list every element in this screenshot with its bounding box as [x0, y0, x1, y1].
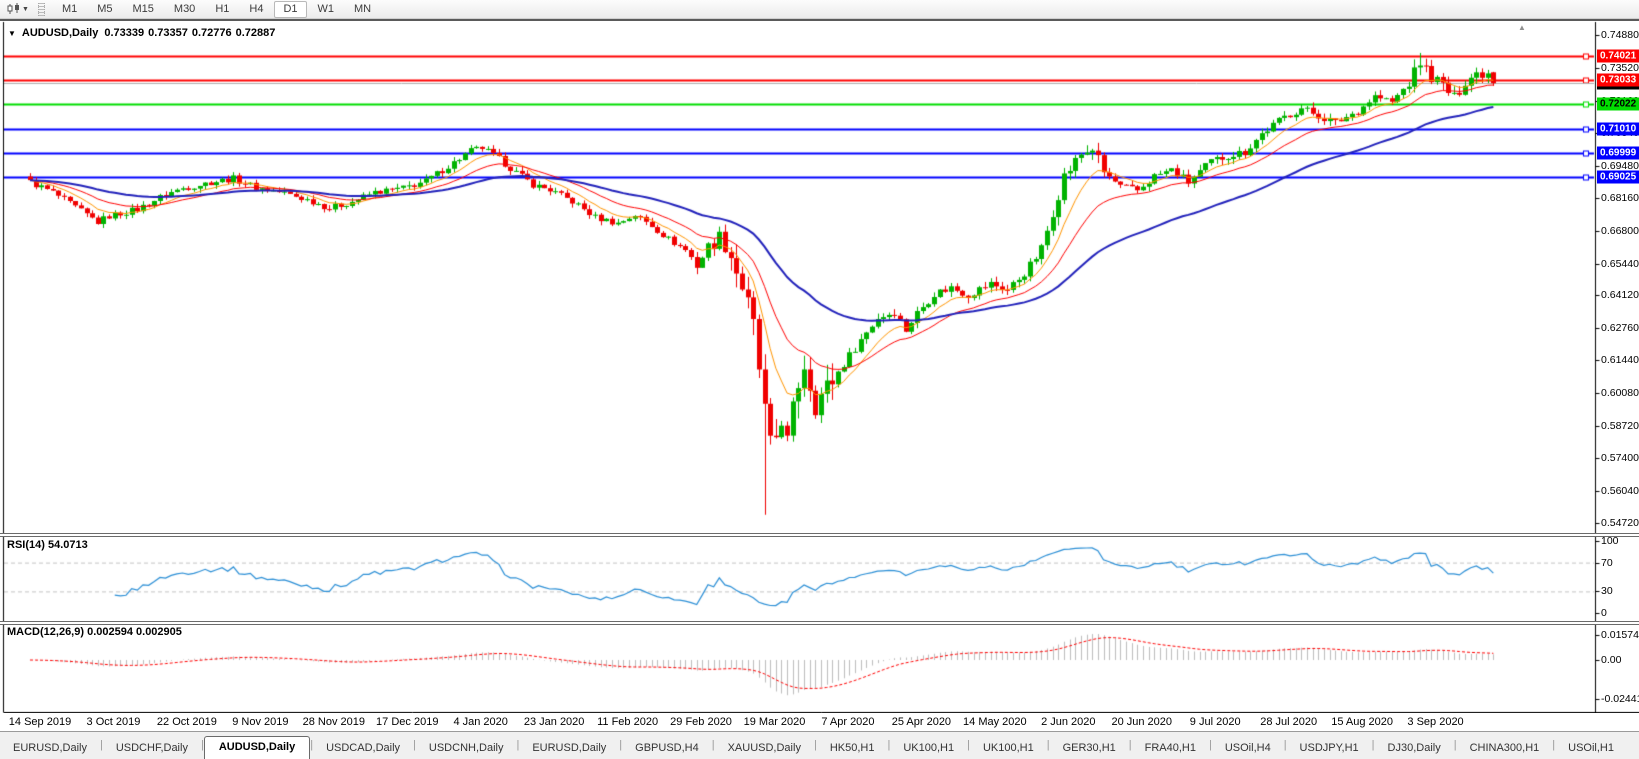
date-label: 15 Aug 2020: [1331, 716, 1393, 728]
date-label: 4 Jan 2020: [453, 716, 508, 728]
tab-UK100-H1[interactable]: UK100,H1: [890, 738, 967, 759]
price-tick-label: 0.61440: [1601, 354, 1639, 367]
macd-tick-label: 0.00: [1601, 654, 1622, 666]
tab-GER30-H1[interactable]: GER30,H1: [1050, 738, 1129, 759]
price-tick-label: 0.68160: [1601, 191, 1639, 204]
chart-canvas[interactable]: [0, 21, 1639, 733]
chart-title: AUDUSD,Daily: [21, 27, 99, 39]
date-label: 29 Feb 2020: [670, 716, 732, 728]
date-label: 20 Jun 2020: [1111, 716, 1173, 728]
tab-UK100-H1[interactable]: UK100,H1: [970, 738, 1047, 759]
rsi-tick-label: 30: [1601, 585, 1613, 598]
hline-price-label[interactable]: 0.69999: [1597, 146, 1639, 160]
tab-CHINA300-H1[interactable]: CHINA300,H1: [1457, 738, 1553, 759]
ohlc-close: 0.72887: [235, 27, 276, 39]
tab-FRA40-H1[interactable]: FRA40,H1: [1132, 738, 1209, 759]
date-label: 22 Oct 2019: [156, 716, 217, 728]
tab-USDCAD-Daily[interactable]: USDCAD,Daily: [313, 738, 413, 759]
price-tick-label: 0.57400: [1601, 452, 1639, 465]
tab-XAUUSD-Daily[interactable]: XAUUSD,Daily: [715, 738, 814, 759]
tab-GBPUSD-H4[interactable]: GBPUSD,H4: [622, 738, 712, 759]
macd-indicator-label: MACD(12,26,9) 0.002594 0.002905: [7, 626, 182, 638]
price-tick-label: 0.74880: [1601, 29, 1639, 41]
date-label: 25 Apr 2020: [891, 716, 952, 728]
candlestick-chart-icon: [7, 3, 19, 14]
hline-price-label[interactable]: 0.69025: [1597, 170, 1639, 184]
hline-price-label[interactable]: 0.73033: [1597, 73, 1639, 87]
time-axis: 14 Sep 2019 3 Oct 2019 22 Oct 2019 9 Nov 20…: [0, 713, 1639, 733]
macd-tick-label: 0.015741: [1601, 629, 1639, 642]
hline-price-label[interactable]: 0.71010: [1597, 122, 1639, 136]
price-tick-label: 0.58720: [1601, 420, 1639, 433]
timeframe-button-H4[interactable]: H4: [240, 1, 272, 18]
tab-USDCHF-Daily[interactable]: USDCHF,Daily: [103, 738, 201, 759]
tab-AUDUSD-Daily[interactable]: AUDUSD,Daily: [203, 736, 311, 759]
chart-type-dropdown-caret-icon[interactable]: ▼: [22, 6, 29, 13]
timeframe-toolbar: ▼ M1 M5 M15 M30 H1 H4 D1 W1 MN: [0, 0, 1639, 19]
macd-tick-label: -0.024412: [1601, 692, 1639, 705]
date-label: 9 Nov 2019: [232, 716, 289, 728]
tab-DJ30-Daily[interactable]: DJ30,Daily: [1375, 738, 1454, 759]
price-tick-label: 0.66800: [1601, 224, 1639, 237]
timeframe-button-D1[interactable]: D1: [274, 0, 307, 18]
price-tick-label: 0.54720: [1601, 516, 1639, 529]
rsi-indicator-label: RSI(14) 54.0713: [7, 539, 88, 551]
date-label: 11 Feb 2020: [597, 716, 659, 728]
chart-collapse-caret-icon[interactable]: ▼: [8, 29, 16, 38]
date-label: 28 Jul 2020: [1260, 716, 1318, 728]
date-label: 2 Jun 2020: [1041, 716, 1096, 728]
date-label: 19 Mar 2020: [743, 716, 806, 728]
date-label: 23 Jan 2020: [523, 716, 585, 728]
timeframe-button-MN[interactable]: MN: [345, 1, 380, 18]
date-label: 14 May 2020: [963, 716, 1027, 728]
ohlc-open: 0.73339: [104, 27, 145, 39]
price-tick-label: 0.73520: [1601, 61, 1639, 74]
pane-divider-macd[interactable]: [0, 621, 1639, 625]
price-tick-label: 0.60080: [1601, 387, 1639, 400]
timeframe-button-M5[interactable]: M5: [88, 1, 121, 18]
date-label: 28 Nov 2019: [302, 716, 365, 728]
price-tick-label: 0.62760: [1601, 322, 1639, 335]
tab-USDCNH-Daily[interactable]: USDCNH,Daily: [416, 738, 517, 759]
timeframe-button-M15[interactable]: M15: [124, 1, 163, 18]
price-tick-label: 0.64120: [1601, 289, 1639, 302]
date-label: 9 Jul 2020: [1189, 716, 1241, 728]
rsi-tick-label: 0: [1601, 607, 1607, 619]
hline-price-label[interactable]: 0.74021: [1597, 49, 1639, 63]
ohlc-low: 0.72776: [191, 27, 232, 39]
date-label: 3 Sep 2020: [1407, 716, 1464, 728]
date-label: 3 Oct 2019: [86, 716, 141, 728]
timeframe-button-W1[interactable]: W1: [309, 1, 344, 18]
timeframe-button-H1[interactable]: H1: [206, 1, 238, 18]
tab-USOil-H4[interactable]: USOil,H4: [1212, 738, 1284, 759]
ohlc-high: 0.73357: [148, 27, 188, 39]
chart-shift-marker[interactable]: ▲: [1518, 24, 1526, 32]
price-tick-label: 0.56040: [1601, 485, 1639, 498]
tab-HK50-H1[interactable]: HK50,H1: [817, 738, 888, 759]
tab-EURUSD-Daily[interactable]: EURUSD,Daily: [519, 738, 619, 759]
timeframe-button-M30[interactable]: M30: [165, 1, 204, 18]
chart-header: ▼ AUDUSD,Daily 0.73339 0.73357 0.72776 0…: [8, 27, 275, 39]
toolbar-grip-handle[interactable]: [37, 2, 45, 16]
rsi-tick-label: 70: [1601, 556, 1613, 569]
symbol-tab-bar: EURUSD,Daily | USDCHF,Daily | AUDUSD,Daily | U…: [0, 731, 1639, 759]
tab-USOil-H1[interactable]: USOil,H1: [1555, 738, 1627, 759]
chart-type-button[interactable]: ▼: [4, 2, 32, 16]
hline-price-label[interactable]: 0.72022: [1597, 97, 1639, 111]
date-label: 7 Apr 2020: [821, 716, 875, 728]
price-tick-label: 0.65440: [1601, 257, 1639, 270]
mt4-application: ▼ M1 M5 M15 M30 H1 H4 D1 W1 MN ▼ AUDUSD,Daily 0.…: [0, 0, 1639, 759]
date-label: 14 Sep 2019: [8, 716, 72, 728]
pane-divider-rsi[interactable]: [0, 533, 1639, 537]
tab-EURUSD-Daily[interactable]: EURUSD,Daily: [0, 738, 100, 759]
date-label: 17 Dec 2019: [376, 716, 439, 728]
chart-window: ▼ AUDUSD,Daily 0.73339 0.73357 0.72776 0…: [0, 19, 1639, 733]
timeframe-button-M1[interactable]: M1: [53, 1, 86, 18]
tab-USDJPY-H1[interactable]: USDJPY,H1: [1287, 738, 1372, 759]
